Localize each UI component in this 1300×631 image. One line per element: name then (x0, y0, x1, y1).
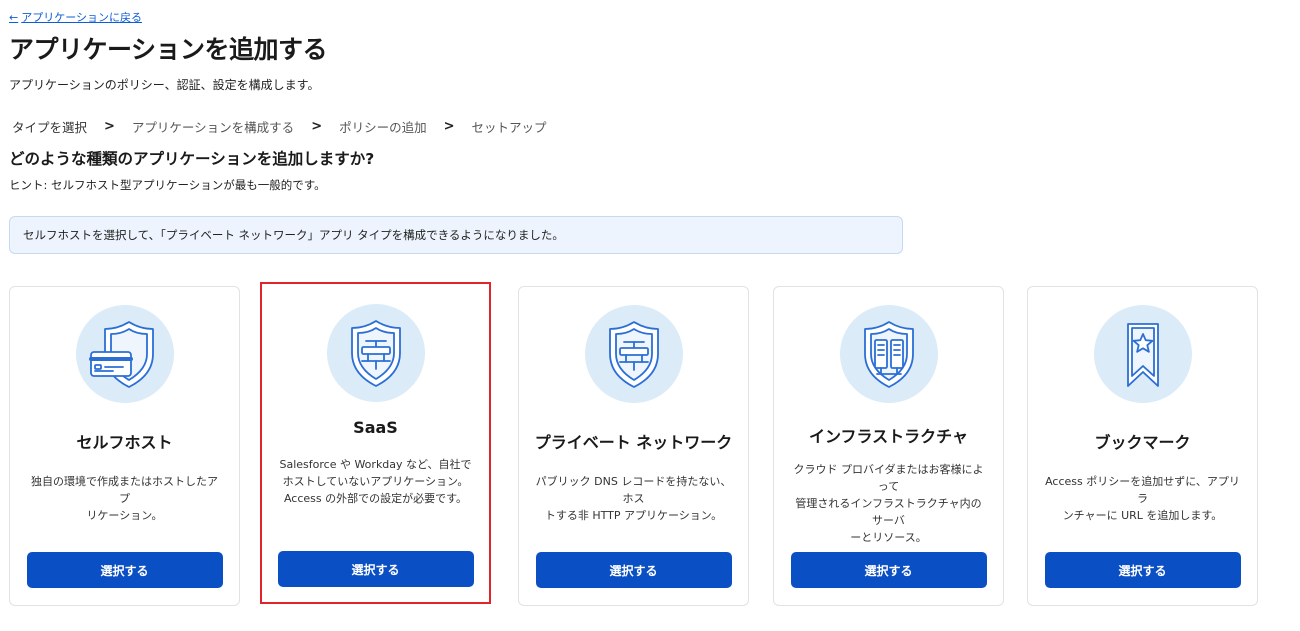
page-title: アプリケーションを追加する (9, 35, 328, 64)
select-self-hosted-button[interactable]: 選択する (26, 552, 223, 588)
info-banner: セルフホストを選択して、「プライベート ネットワーク」アプリ タイプを構成できる… (9, 216, 903, 254)
info-banner-text: セルフホストを選択して、「プライベート ネットワーク」アプリ タイプを構成できる… (23, 228, 564, 242)
select-private-network-button[interactable]: 選択する (535, 552, 732, 588)
card-title: インフラストラクチャ (808, 427, 969, 446)
page-subtitle: アプリケーションのポリシー、認証、設定を構成します。 (9, 78, 320, 92)
card-title: SaaS (353, 418, 398, 437)
card-description: パブリック DNS レコードを持たない、ホス トする非 HTTP アプリケーショ… (535, 475, 732, 522)
question-heading: どのような種類のアプリケーションを追加しますか? (9, 150, 375, 168)
card-description: 独自の環境で作成またはホストしたアプ リケーション。 (31, 475, 218, 522)
step-separator: > (443, 119, 455, 134)
card-description: Salesforce や Workday など、自社で ホストしていないアプリケ… (279, 458, 472, 505)
card-private-network[interactable]: プライベート ネットワーク パブリック DNS レコードを持たない、ホス トする… (518, 286, 749, 606)
card-title: ブックマーク (1094, 433, 1191, 452)
step-separator: > (104, 119, 115, 134)
shield-network-icon (326, 304, 425, 402)
step-separator: > (311, 119, 323, 134)
card-infrastructure[interactable]: インフラストラクチャ クラウド プロバイダまたはお客様によって 管理されるインフ… (773, 286, 1004, 606)
card-title: セルフホスト (76, 433, 173, 452)
back-link-label: アプリケーションに戻る (21, 11, 142, 24)
step-configure-application: アプリケーションを構成する (131, 120, 295, 135)
card-saas[interactable]: SaaS Salesforce や Workday など、自社で ホストしていな… (260, 282, 491, 604)
card-title: プライベート ネットワーク (534, 433, 733, 452)
step-setup: セットアップ (471, 120, 547, 135)
step-select-type: タイプを選択 (12, 120, 88, 135)
step-breadcrumb: タイプを選択 > アプリケーションを構成する > ポリシーの追加 > セットアッ… (12, 117, 547, 136)
card-bookmark[interactable]: ブックマーク Access ポリシーを追加せずに、アプリ ラ ンチャーに URL… (1027, 286, 1258, 606)
card-self-hosted[interactable]: セルフホスト 独自の環境で作成またはホストしたアプ リケーション。 選択する (9, 286, 240, 606)
server-shield-icon (839, 305, 938, 403)
card-description: Access ポリシーを追加せずに、アプリ ラ ンチャーに URL を追加します… (1045, 475, 1240, 522)
back-to-applications-link[interactable]: ← アプリケーションに戻る (9, 9, 142, 25)
shield-card-icon (75, 305, 174, 403)
card-description: クラウド プロバイダまたはお客様によって 管理されるインフラストラクチャ内のサー… (793, 463, 984, 544)
select-saas-button[interactable]: 選択する (277, 551, 474, 587)
arrow-left-icon: ← (9, 10, 19, 24)
question-hint: ヒント: セルフホスト型アプリケーションが最も一般的です。 (9, 178, 326, 192)
bookmark-star-icon (1093, 305, 1192, 403)
step-add-policy: ポリシーの追加 (339, 120, 427, 135)
shield-network-icon (584, 305, 683, 403)
select-bookmark-button[interactable]: 選択する (1044, 552, 1241, 588)
select-infrastructure-button[interactable]: 選択する (790, 552, 987, 588)
